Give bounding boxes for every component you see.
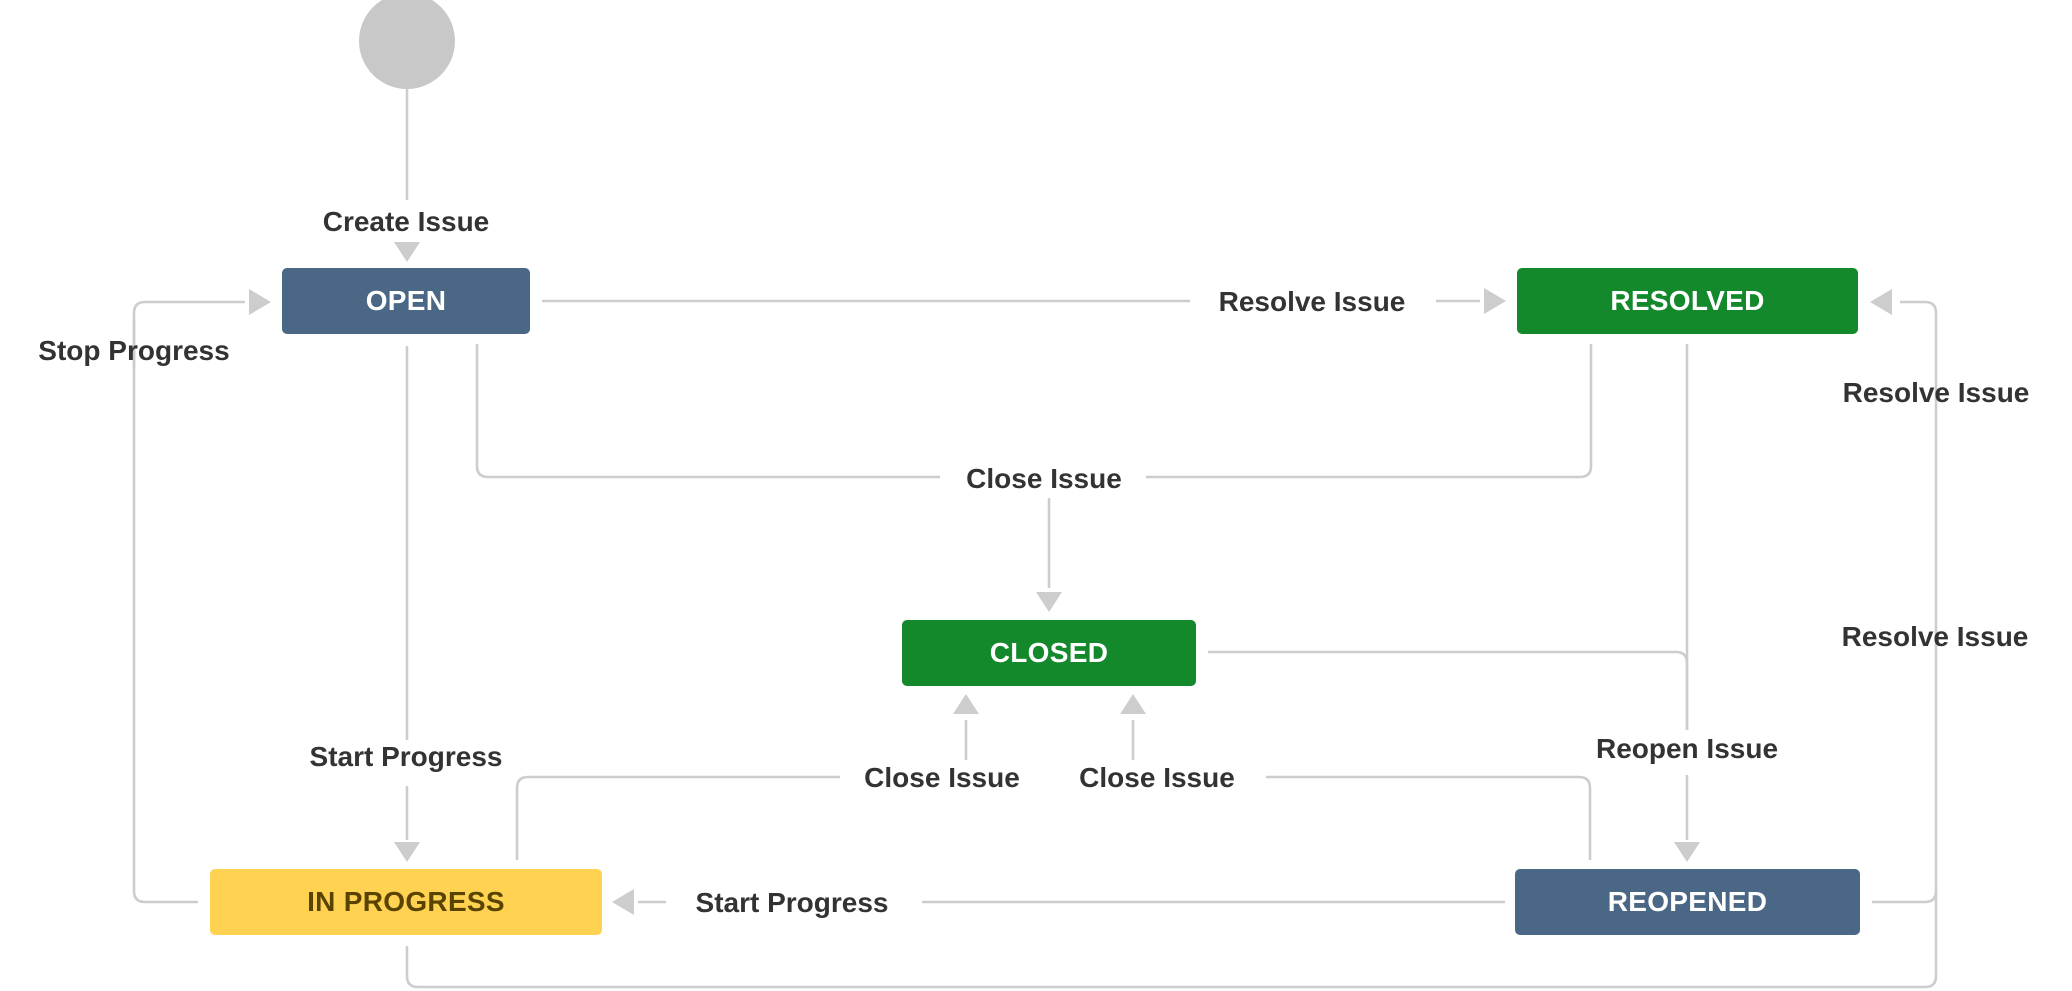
label-start-progress-reopened[interactable]: Start Progress [696, 887, 889, 918]
label-close-issue-inprogress[interactable]: Close Issue [864, 762, 1020, 793]
arrowhead-close-top [1036, 592, 1062, 612]
arrowhead-stop-progress [249, 289, 271, 315]
status-in-progress-label: IN PROGRESS [307, 886, 505, 917]
arrowhead-start-progress-reopened [612, 889, 634, 915]
status-in-progress[interactable]: IN PROGRESS [210, 869, 602, 935]
status-reopened-label: REOPENED [1607, 886, 1768, 917]
edge-close-reopened [1266, 775, 1592, 860]
edge-reopen-closed [1208, 650, 1689, 730]
edge-close-resolved [1146, 344, 1593, 479]
status-closed[interactable]: CLOSED [902, 620, 1196, 686]
arrowhead-reopen [1674, 842, 1700, 862]
arrowhead-create-issue [394, 242, 420, 262]
edge-close-open [475, 344, 940, 479]
status-closed-label: CLOSED [989, 637, 1109, 668]
status-resolved-label: RESOLVED [1610, 285, 1765, 316]
label-stop-progress[interactable]: Stop Progress [38, 335, 229, 366]
edge-close-inprogress [515, 775, 840, 860]
arrowhead-resolve-open [1484, 288, 1506, 314]
workflow-edges: Create Issue Stop Progress Resolve Issue… [38, 0, 2030, 989]
label-resolve-issue-right-upper[interactable]: Resolve Issue [1843, 377, 2030, 408]
label-resolve-issue-open[interactable]: Resolve Issue [1219, 286, 1406, 317]
start-node [359, 0, 455, 89]
status-reopened[interactable]: REOPENED [1515, 869, 1860, 935]
edge-stop-progress [132, 320, 198, 904]
label-close-issue-top[interactable]: Close Issue [966, 463, 1122, 494]
label-create-issue[interactable]: Create Issue [323, 206, 490, 237]
arrowhead-start-progress-open [394, 842, 420, 862]
arrowhead-resolve-right [1870, 289, 1892, 315]
status-open-label: OPEN [365, 285, 447, 316]
label-reopen-issue[interactable]: Reopen Issue [1596, 733, 1778, 764]
arrowhead-close-inprogress [953, 694, 979, 714]
arrowhead-close-reopened [1120, 694, 1146, 714]
status-resolved[interactable]: RESOLVED [1517, 268, 1858, 334]
status-open[interactable]: OPEN [282, 268, 530, 334]
label-start-progress-open[interactable]: Start Progress [310, 741, 503, 772]
workflow-diagram: Create Issue Stop Progress Resolve Issue… [0, 0, 2072, 991]
label-close-issue-reopened[interactable]: Close Issue [1079, 762, 1235, 793]
label-resolve-issue-right-lower[interactable]: Resolve Issue [1842, 621, 2029, 652]
